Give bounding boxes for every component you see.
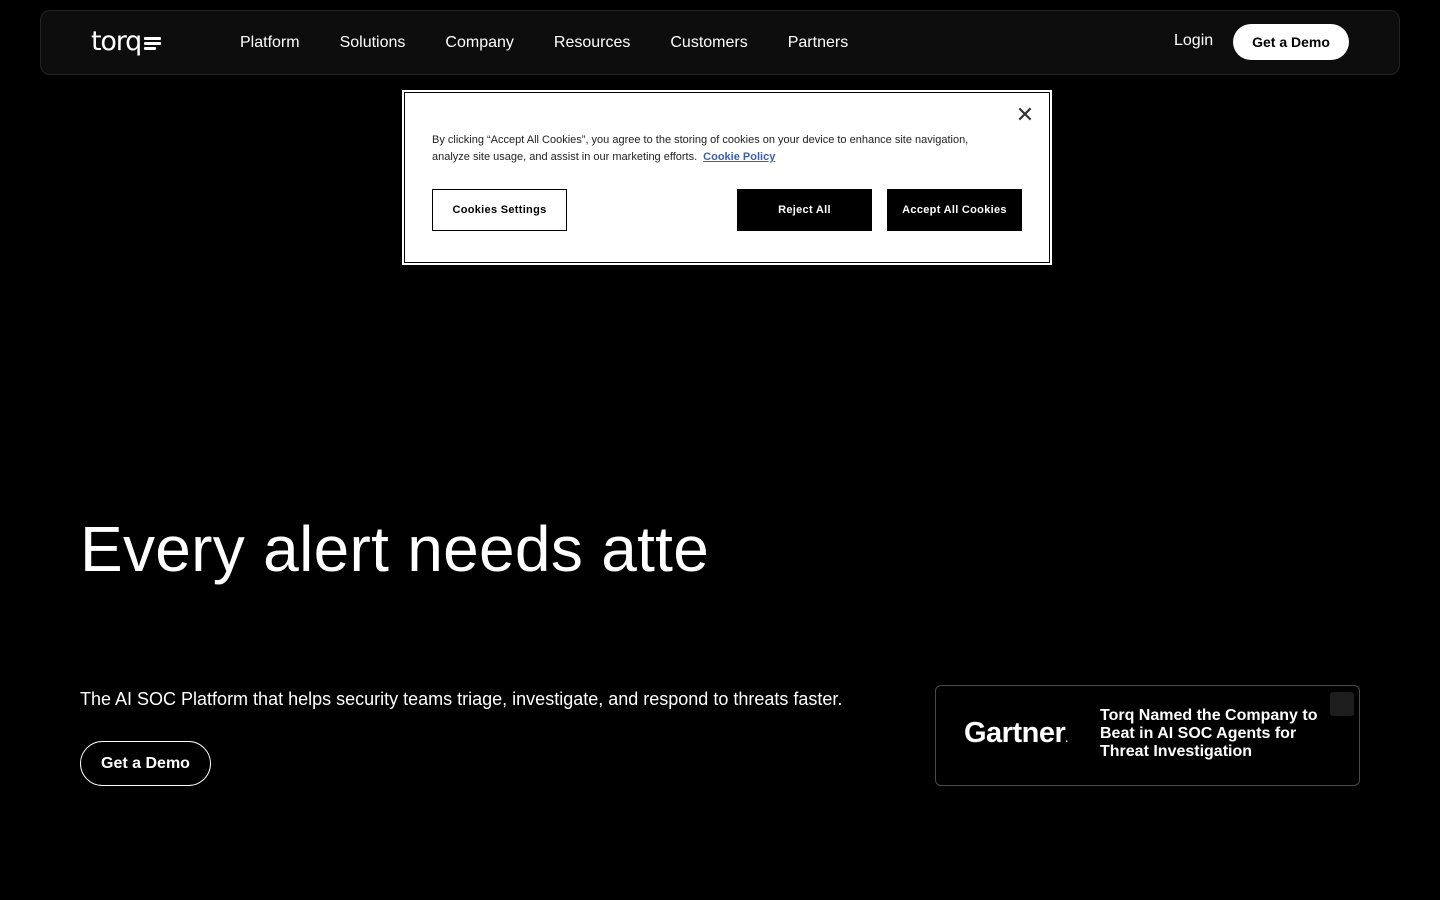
torq-logo[interactable]: torq <box>91 26 162 57</box>
nav-link-customers[interactable]: Customers <box>670 34 747 52</box>
hero-subtitle: The AI SOC Platform that helps security … <box>80 689 843 709</box>
gartner-registered-dot: . <box>1065 734 1068 745</box>
accept-all-cookies-button[interactable]: Accept All Cookies <box>887 189 1022 231</box>
cookie-consent-dialog: ✕ By clicking “Accept All Cookies”, you … <box>402 90 1052 265</box>
nav-link-platform[interactable]: Platform <box>240 34 300 52</box>
top-navbar: torq Platform Solutions Company Resource… <box>40 10 1400 75</box>
reject-all-button[interactable]: Reject All <box>737 189 872 231</box>
login-link[interactable]: Login <box>1174 32 1213 50</box>
gartner-announcement-card[interactable]: Gartner. Torq Named the Company to Beat … <box>935 685 1360 786</box>
cookie-policy-link[interactable]: Cookie Policy <box>703 151 775 163</box>
nav-get-demo-button[interactable]: Get a Demo <box>1233 24 1349 60</box>
cookies-settings-button[interactable]: Cookies Settings <box>432 189 567 231</box>
gartner-headline: Torq Named the Company to Beat in AI SOC… <box>1100 707 1318 760</box>
cookie-dialog-frame <box>404 92 1050 263</box>
card-close-icon[interactable] <box>1330 692 1354 716</box>
nav-links: Platform Solutions Company Resources Cus… <box>240 11 888 74</box>
hero-get-demo-button[interactable]: Get a Demo <box>80 741 211 786</box>
nav-link-resources[interactable]: Resources <box>554 34 630 52</box>
close-icon[interactable]: ✕ <box>1014 104 1036 126</box>
gartner-logo: Gartner. <box>964 719 1068 748</box>
logo-lines-icon <box>144 35 162 52</box>
nav-link-company[interactable]: Company <box>445 34 513 52</box>
nav-link-partners[interactable]: Partners <box>788 34 848 52</box>
cookie-body-text: By clicking “Accept All Cookies”, you ag… <box>432 134 969 163</box>
hero-title: Every alert needs atte <box>80 513 710 585</box>
logo-wordmark: torq <box>91 26 142 57</box>
nav-link-solutions[interactable]: Solutions <box>340 34 406 52</box>
gartner-logo-text: Gartner <box>964 717 1066 749</box>
cookie-consent-text: By clicking “Accept All Cookies”, you ag… <box>432 132 1002 166</box>
